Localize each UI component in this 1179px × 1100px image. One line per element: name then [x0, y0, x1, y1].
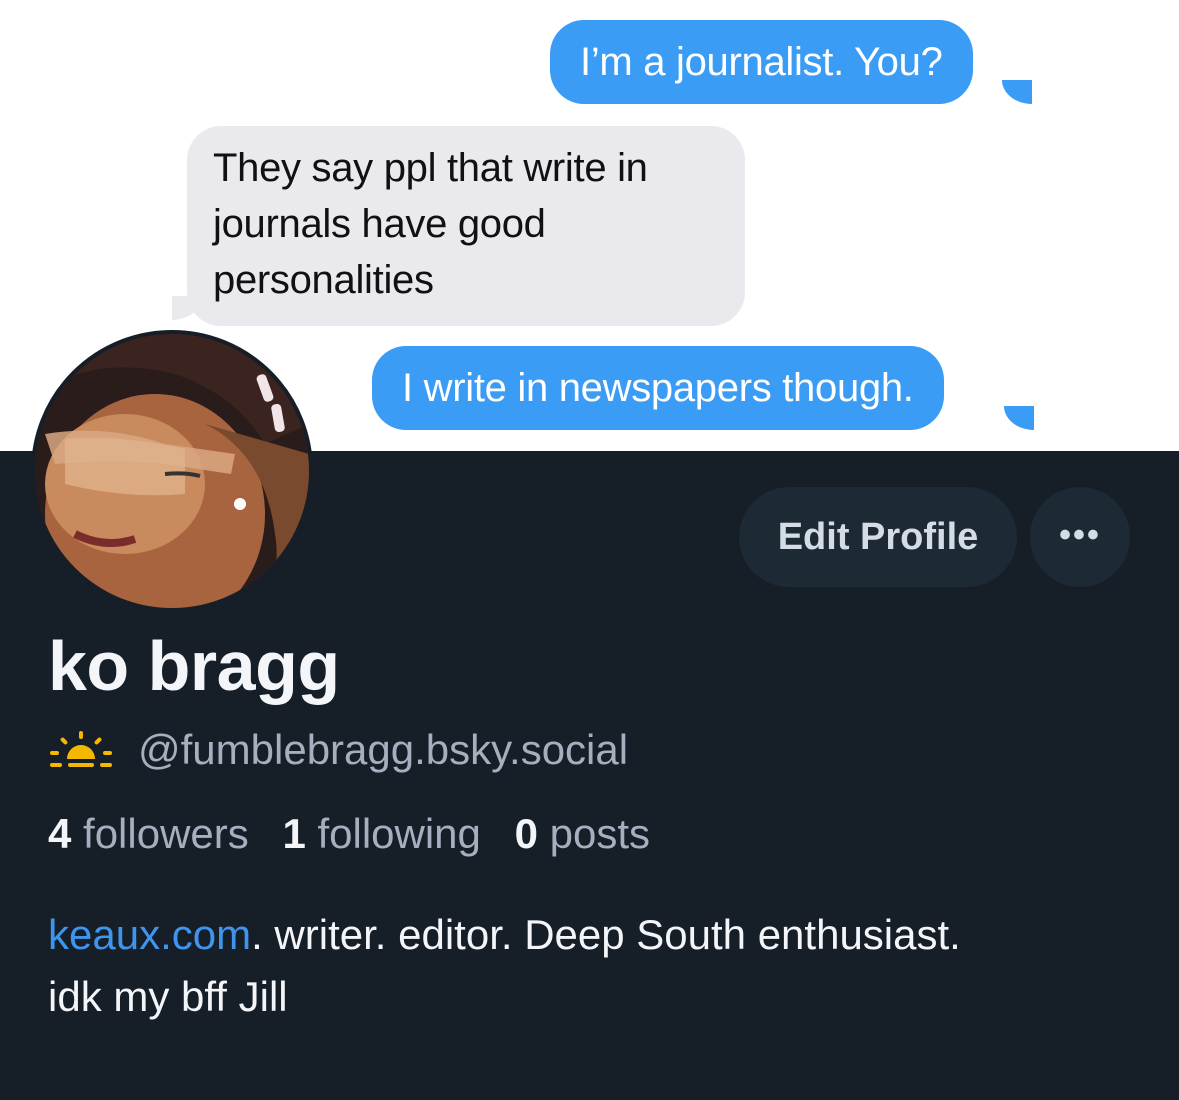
message-text: I write in newspapers though.: [402, 366, 914, 410]
posts-label: posts: [549, 810, 650, 857]
bio-link[interactable]: keaux.com: [48, 911, 251, 958]
more-options-button[interactable]: •••: [1030, 487, 1130, 587]
followers-stat[interactable]: 4 followers: [48, 810, 249, 857]
bio-line: keaux.com. writer. editor. Deep South en…: [48, 904, 1148, 966]
avatar-photo: [35, 334, 309, 608]
bio-text: . writer. editor. Deep South enthusiast.: [251, 911, 961, 958]
bubble-tail: [1004, 406, 1034, 430]
following-stat[interactable]: 1 following: [282, 810, 480, 857]
followers-count: 4: [48, 810, 72, 857]
edit-profile-button[interactable]: Edit Profile: [739, 487, 1017, 587]
bubble-tail: [1002, 80, 1032, 104]
profile-bio: keaux.com. writer. editor. Deep South en…: [48, 904, 1148, 1028]
ellipsis-icon: •••: [1059, 516, 1101, 554]
sunrise-icon: [50, 731, 112, 767]
posts-stat: 0 posts: [515, 810, 650, 857]
message-line: journals have good: [213, 202, 546, 246]
followers-label: followers: [83, 810, 249, 857]
message-text: I’m a journalist. You?: [580, 40, 943, 84]
bio-line: idk my bff Jill: [48, 973, 288, 1020]
display-name: ko bragg: [48, 627, 340, 705]
handle-row: @fumblebragg.bsky.social: [48, 722, 628, 778]
profile-stats: 4 followers 1 following 0 posts: [48, 810, 650, 858]
following-label: following: [317, 810, 481, 857]
message-bubble-outgoing: I write in newspapers though.: [372, 346, 944, 430]
following-count: 1: [282, 810, 306, 857]
posts-count: 0: [514, 810, 538, 857]
message-bubble-incoming: They say ppl that write in journals have…: [187, 126, 745, 326]
avatar[interactable]: [31, 330, 313, 612]
message-line: personalities: [213, 258, 434, 302]
message-bubble-outgoing: I’m a journalist. You?: [550, 20, 973, 104]
message-line: They say ppl that write in: [213, 146, 648, 190]
profile-handle[interactable]: @fumblebragg.bsky.social: [138, 726, 628, 774]
